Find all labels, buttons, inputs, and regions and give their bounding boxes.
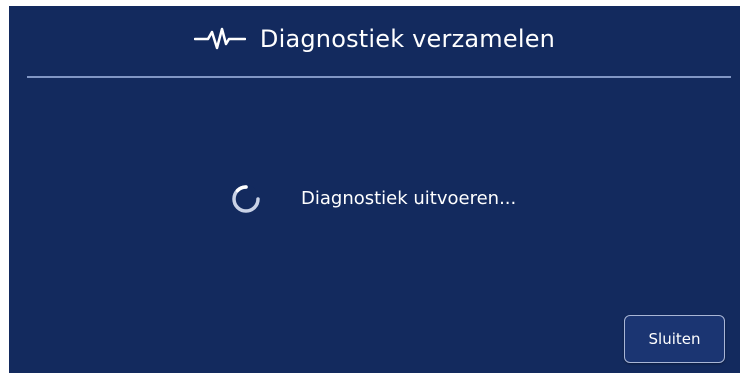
status-text: Diagnostiek uitvoeren... [301, 188, 517, 209]
dialog-title: Diagnostiek verzamelen [259, 25, 556, 53]
spinner-icon [231, 184, 261, 214]
pulse-icon [193, 26, 247, 52]
dialog-header: Diagnostiek verzamelen [9, 6, 740, 72]
close-button[interactable]: Sluiten [624, 315, 725, 363]
status-row: Diagnostiek uitvoeren... [9, 182, 740, 218]
header-divider [27, 76, 731, 78]
diagnostics-dialog: Diagnostiek verzamelen Diagnostiek uitvo… [9, 6, 740, 373]
